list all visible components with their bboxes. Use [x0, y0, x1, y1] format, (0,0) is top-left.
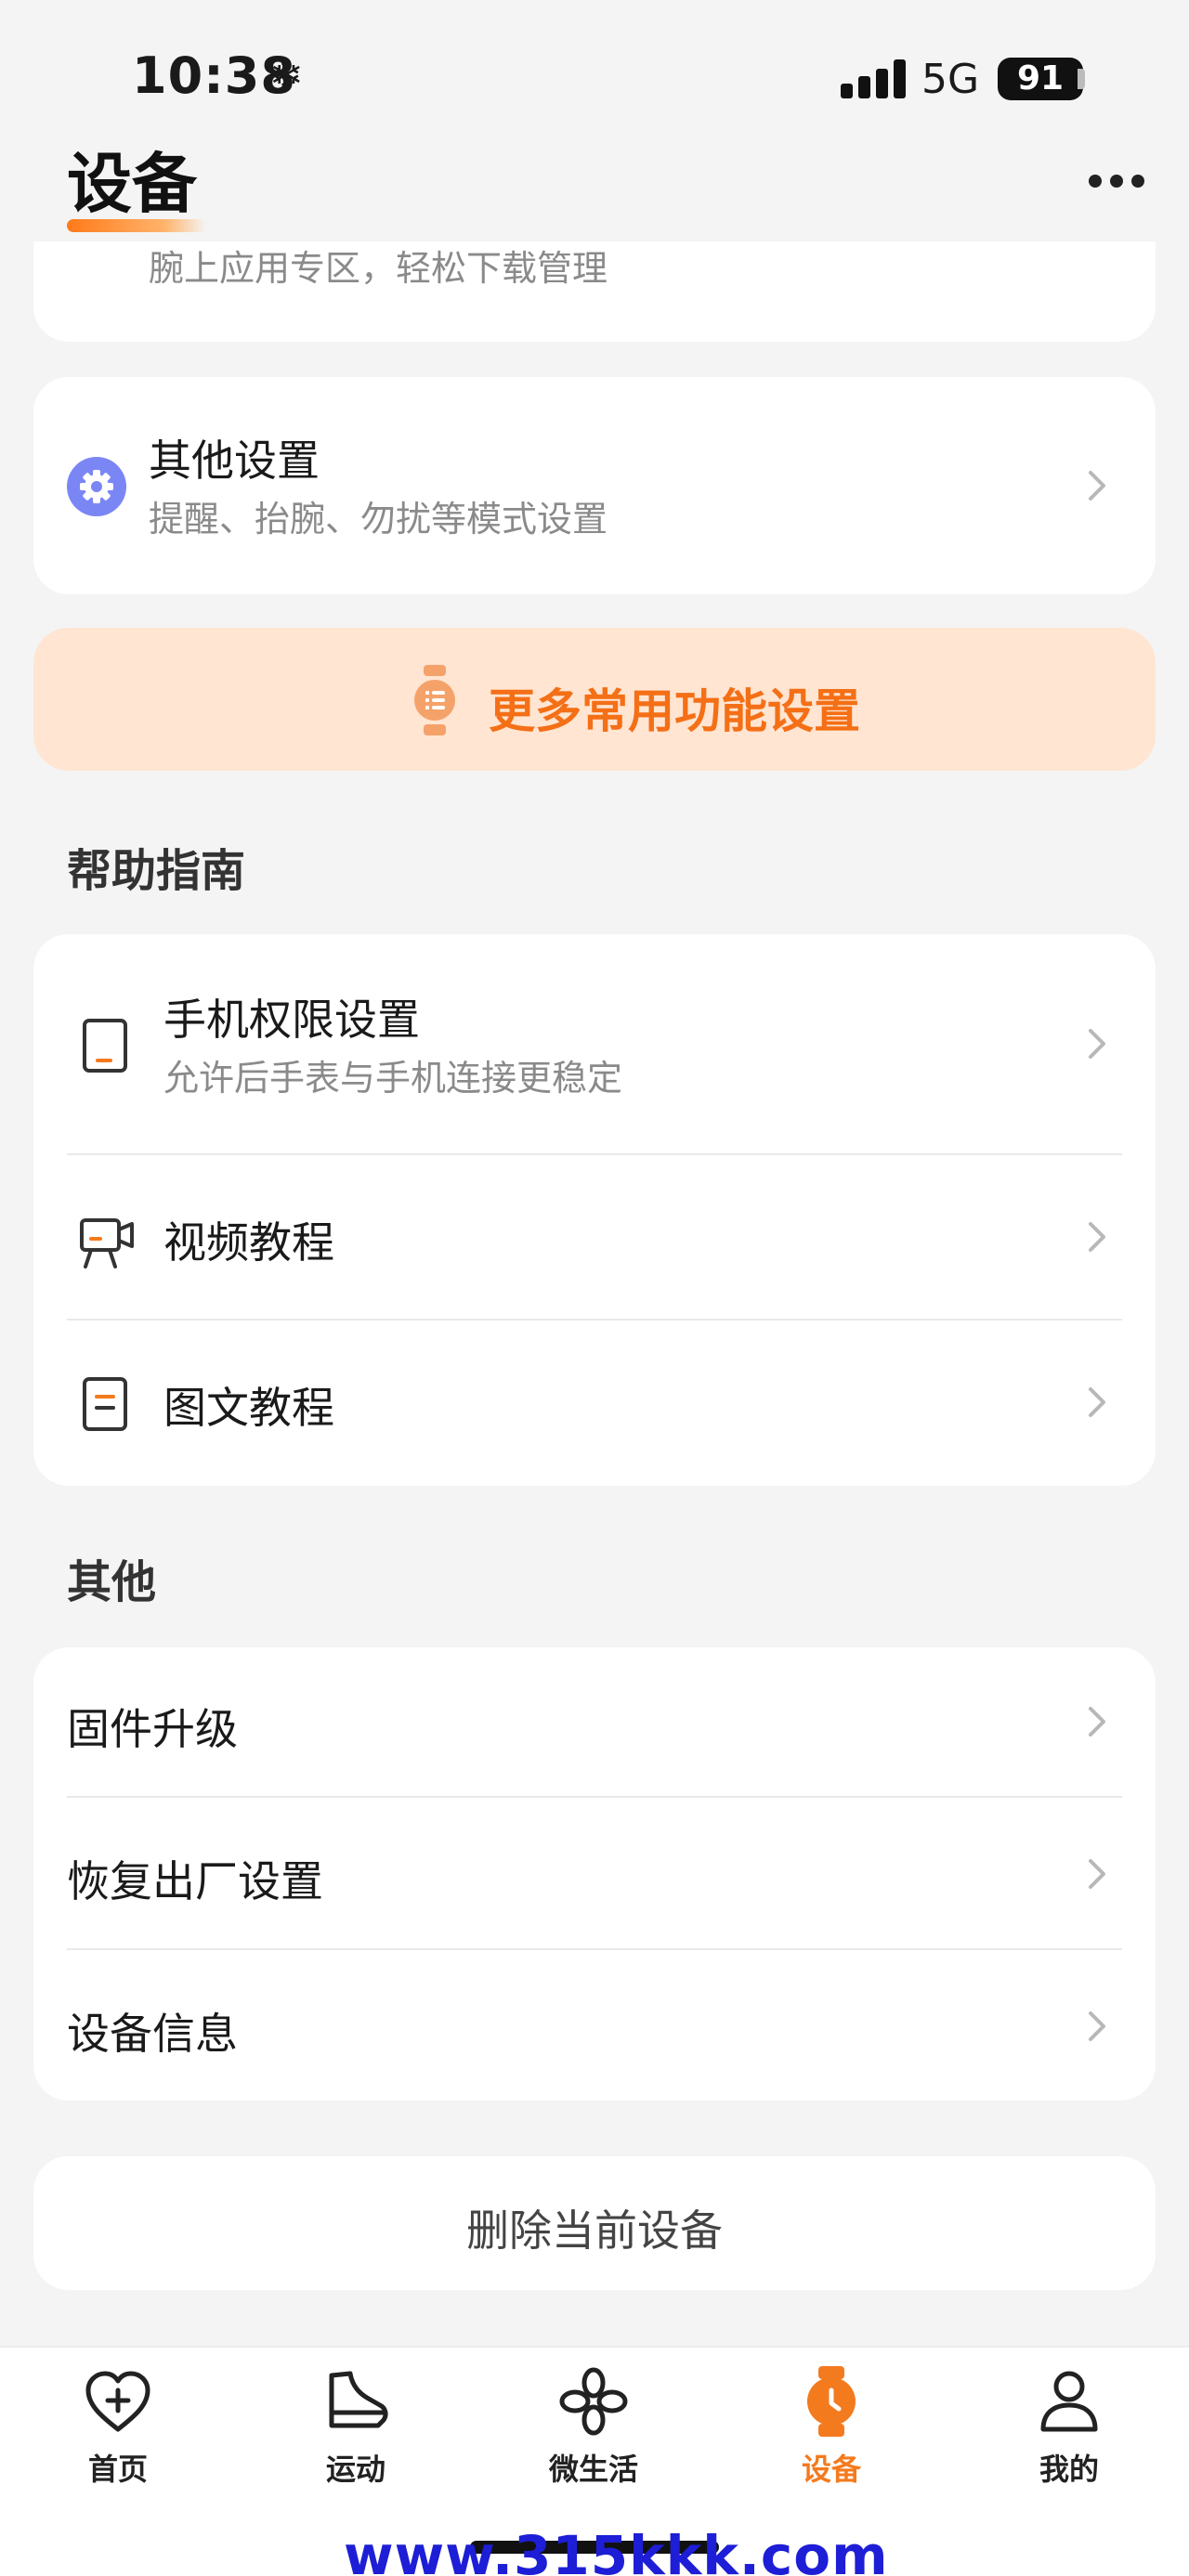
- snowflake-icon: ❄: [269, 52, 304, 99]
- chevron-right-icon: [1078, 1703, 1115, 1740]
- battery-cap: [1078, 69, 1085, 89]
- list-item-video-tutorial[interactable]: 视频教程: [33, 1155, 1156, 1319]
- delete-device-label: 删除当前设备: [466, 2205, 723, 2256]
- watch-icon: [807, 2366, 856, 2437]
- header: 设备: [0, 130, 1189, 241]
- video-tutorial-title: 视频教程: [163, 1217, 334, 1268]
- dot: [1131, 175, 1144, 188]
- other-settings-title: 其他设置: [149, 436, 320, 486]
- dot: [1110, 175, 1123, 188]
- chevron-right-icon: [1078, 2008, 1115, 2045]
- firmware-upgrade-title: 固件升级: [67, 1704, 238, 1754]
- shoe-icon: [329, 2371, 388, 2428]
- list-item-phone-permission[interactable]: 手机权限设置 允许后手表与手机连接更稳定: [33, 934, 1156, 1153]
- video-camera-icon: [80, 1218, 134, 1268]
- device-info-title: 设备信息: [67, 2009, 238, 2059]
- gear-icon: [67, 457, 126, 516]
- page-title: 设备: [67, 146, 197, 222]
- signal-icon: [841, 59, 906, 98]
- chevron-right-icon: [1078, 467, 1115, 504]
- other-settings-card[interactable]: 其他设置 提醒、抬腕、勿扰等模式设置: [33, 377, 1156, 594]
- tab-sport-label: 运动: [325, 2452, 385, 2487]
- other-card: 固件升级 恢复出厂设置 设备信息: [33, 1647, 1156, 2101]
- clover-icon: [559, 2367, 628, 2436]
- tab-device-label: 设备: [801, 2452, 861, 2487]
- list-item-graphic-tutorial[interactable]: 图文教程: [33, 1321, 1156, 1486]
- tab-sport[interactable]: 运动: [272, 2364, 439, 2504]
- phone-permission-title: 手机权限设置: [163, 995, 420, 1045]
- device-page: 10:38 ❄ 5G 91 腕上应用专区，轻松下载管理 设备 其他设置 提醒、抬…: [0, 0, 1189, 2576]
- tab-device[interactable]: 设备: [748, 2364, 915, 2504]
- other-settings-subtitle: 提醒、抬腕、勿扰等模式设置: [149, 499, 608, 540]
- chevron-right-icon: [1078, 1384, 1115, 1421]
- graphic-tutorial-title: 图文教程: [163, 1383, 334, 1433]
- title-underline: [67, 219, 206, 232]
- chevron-right-icon: [1078, 1025, 1115, 1062]
- chevron-right-icon: [1078, 1218, 1115, 1255]
- tab-me[interactable]: 我的: [986, 2364, 1153, 2504]
- list-item-firmware-upgrade[interactable]: 固件升级: [33, 1647, 1156, 1796]
- watermark: www.315kkk.com: [344, 2524, 889, 2576]
- tab-life[interactable]: 微生活: [510, 2364, 677, 2504]
- person-icon: [1040, 2371, 1098, 2432]
- other-section-title: 其他: [67, 1556, 157, 1608]
- battery-level: 91: [1016, 59, 1065, 98]
- document-icon: [83, 1377, 127, 1431]
- tab-home-label: 首页: [87, 2452, 148, 2487]
- more-settings-label: 更多常用功能设置: [489, 684, 860, 738]
- list-item-device-info[interactable]: 设备信息: [33, 1950, 1156, 2101]
- more-button[interactable]: [1089, 167, 1144, 195]
- factory-reset-title: 恢复出厂设置: [67, 1856, 323, 1906]
- heart-plus-icon: [85, 2371, 150, 2432]
- phone-icon: [83, 1019, 127, 1073]
- tab-me-label: 我的: [1039, 2452, 1099, 2487]
- help-card: 手机权限设置 允许后手表与手机连接更稳定 视频教程 图文教程: [33, 934, 1156, 1486]
- watch-icon: [414, 665, 455, 735]
- help-section-title: 帮助指南: [67, 845, 246, 897]
- tab-home[interactable]: 首页: [34, 2364, 202, 2504]
- delete-device-button[interactable]: 删除当前设备: [33, 2156, 1156, 2290]
- tab-life-label: 微生活: [548, 2452, 638, 2487]
- chevron-right-icon: [1078, 1855, 1115, 1893]
- app-store-subtitle: 腕上应用专区，轻松下载管理: [149, 248, 608, 289]
- phone-permission-subtitle: 允许后手表与手机连接更稳定: [163, 1058, 623, 1099]
- status-bar: 10:38 ❄ 5G 91: [0, 0, 1189, 139]
- battery-icon: 91: [998, 58, 1083, 100]
- list-item-factory-reset[interactable]: 恢复出厂设置: [33, 1798, 1156, 1948]
- network-type: 5G: [921, 56, 980, 103]
- more-settings-banner[interactable]: 更多常用功能设置: [33, 628, 1156, 771]
- dot: [1089, 175, 1102, 188]
